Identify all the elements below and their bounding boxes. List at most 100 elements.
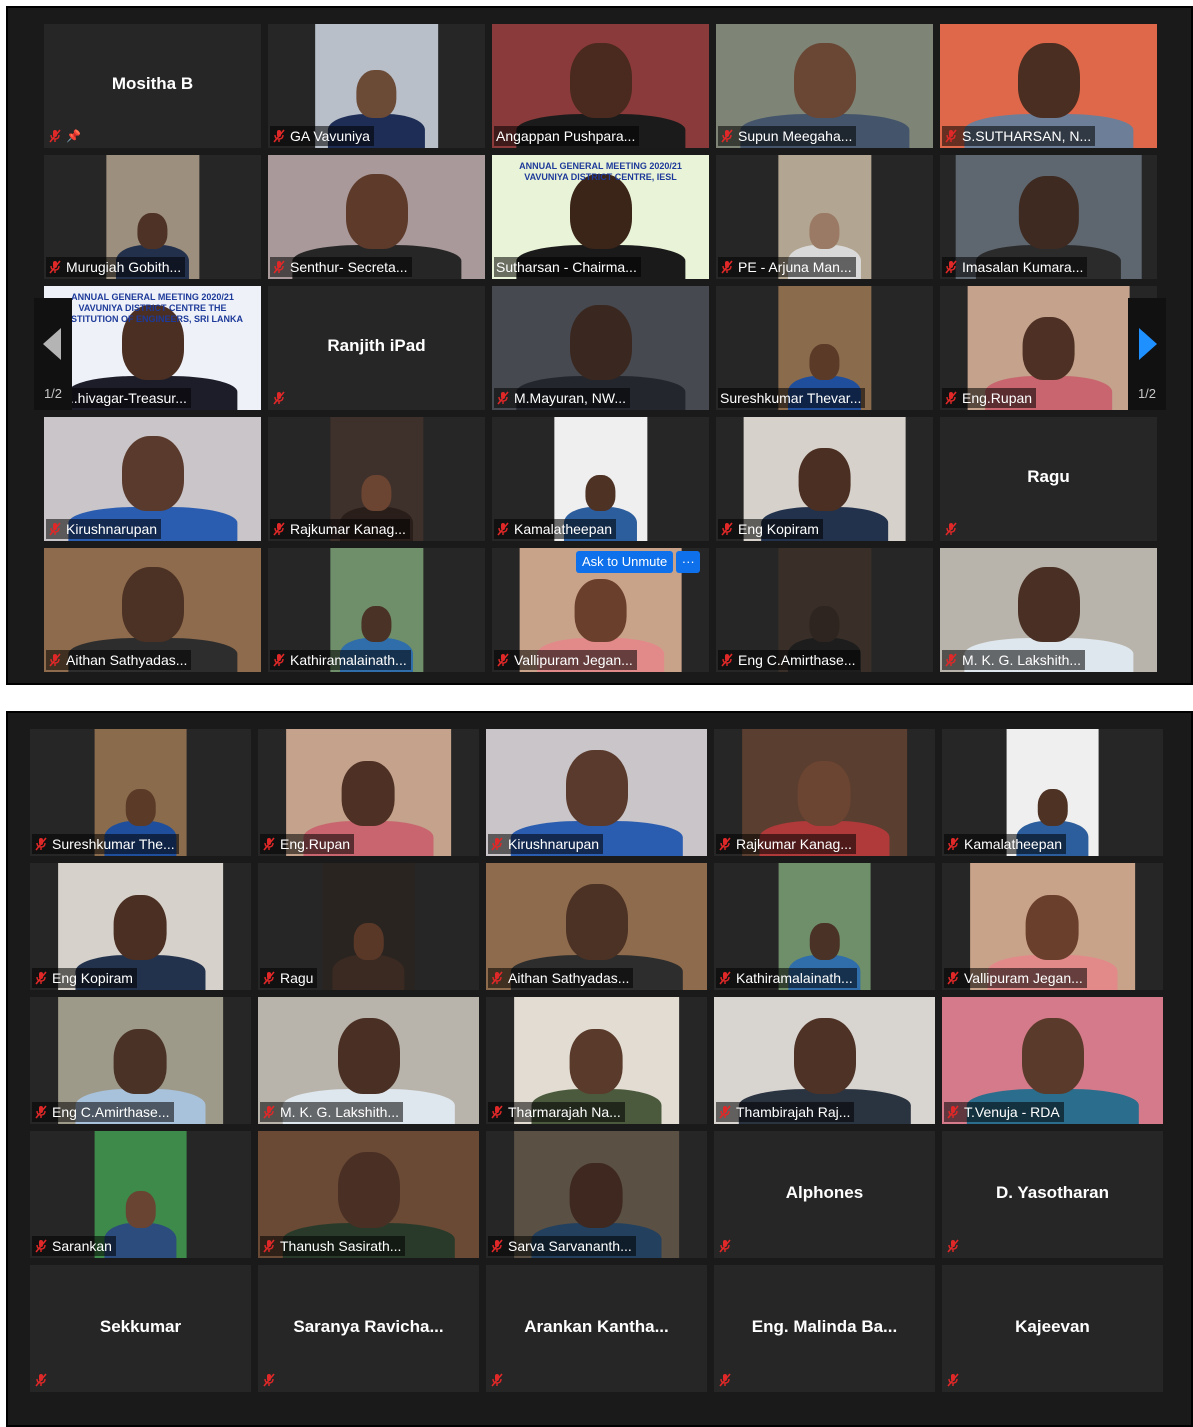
participant-tile[interactable]: M. K. G. Lakshith... xyxy=(258,997,479,1124)
participant-face xyxy=(337,1017,400,1094)
chevron-left-icon xyxy=(43,328,61,360)
participant-tile[interactable]: Senthur- Secreta... xyxy=(268,155,485,279)
participant-label: Sureshkumar The... xyxy=(32,834,179,854)
participant-tile[interactable]: Angappan Pushpara... xyxy=(492,24,709,148)
participant-name-label: Thambirajah Raj... xyxy=(736,1104,851,1120)
participant-name-centered: Eng. Malinda Ba... xyxy=(751,1316,898,1336)
muted-microphone-icon xyxy=(491,1373,503,1387)
participant-tile[interactable]: ANNUAL GENERAL MEETING 2020/21 VAVUNIYA … xyxy=(492,155,709,279)
participant-tile[interactable]: Kamalatheepan xyxy=(492,417,709,541)
participant-tile[interactable]: Sarva Sarvananth... xyxy=(486,1131,707,1258)
participant-tile[interactable]: Ranjith iPad xyxy=(268,286,485,410)
participant-label: Eng C.Amirthase... xyxy=(718,650,860,670)
participant-tile[interactable]: Saranya Ravicha... xyxy=(258,1265,479,1392)
participant-tile[interactable]: Kirushnarupan xyxy=(44,417,261,541)
more-options-button[interactable]: ··· xyxy=(676,551,701,573)
participant-tile[interactable]: Eng Kopiram xyxy=(30,863,251,990)
participant-tile[interactable]: Ragu xyxy=(258,863,479,990)
participant-label xyxy=(942,519,966,539)
participant-tile[interactable]: Eng. Malinda Ba... xyxy=(714,1265,935,1392)
muted-microphone-icon xyxy=(497,391,509,405)
participant-face xyxy=(569,42,632,119)
participant-tile[interactable]: Eng.Rupan xyxy=(940,286,1157,410)
muted-microphone-icon xyxy=(719,1373,731,1387)
participant-tile[interactable]: Kirushnarupan xyxy=(486,729,707,856)
participant-label: Kirushnarupan xyxy=(46,519,162,539)
muted-microphone-icon xyxy=(49,129,61,143)
participant-face xyxy=(798,447,851,512)
muted-microphone-icon xyxy=(497,653,509,667)
muted-microphone-icon xyxy=(719,971,731,985)
muted-microphone-icon xyxy=(947,971,959,985)
participant-tile[interactable]: Murugiah Gobith... xyxy=(44,155,261,279)
muted-microphone-icon xyxy=(273,129,285,143)
participant-label: S.SUTHARSAN, N... xyxy=(942,126,1096,146)
ask-to-unmute-button[interactable]: Ask to Unmute xyxy=(576,551,674,573)
participant-name-label: Ragu xyxy=(280,970,314,986)
participant-tile[interactable]: Sarankan xyxy=(30,1131,251,1258)
previous-page-button[interactable]: 1/2 xyxy=(34,298,72,410)
participant-face xyxy=(1037,789,1068,826)
participant-tile[interactable]: Alphones xyxy=(714,1131,935,1258)
participant-tile[interactable]: Sureshkumar The... xyxy=(30,729,251,856)
participant-face xyxy=(574,578,627,643)
participant-tile[interactable]: D. Yasotharan xyxy=(942,1131,1163,1258)
participant-tile[interactable]: Rajkumar Kanag... xyxy=(714,729,935,856)
participant-tile[interactable]: M.Mayuran, NW... xyxy=(492,286,709,410)
participant-tile[interactable]: Eng C.Amirthase... xyxy=(716,548,933,672)
muted-microphone-icon xyxy=(945,260,957,274)
participant-name-label: Tharmarajah Na... xyxy=(508,1104,621,1120)
participant-label: Kamalatheepan xyxy=(494,519,617,539)
participant-tile[interactable]: Sekkumar xyxy=(30,1265,251,1392)
participant-tile[interactable]: M. K. G. Lakshith... xyxy=(940,548,1157,672)
participant-tile[interactable]: Eng C.Amirthase... xyxy=(30,997,251,1124)
participant-tile[interactable]: Arankan Kantha... xyxy=(486,1265,707,1392)
participant-name-label: Supun Meegaha... xyxy=(738,128,853,144)
participant-label: Vallipuram Jegan... xyxy=(494,650,637,670)
participant-tile[interactable]: Tharmarajah Na... xyxy=(486,997,707,1124)
participant-name-label: GA Vavuniya xyxy=(290,128,370,144)
participant-tile[interactable]: Rajkumar Kanag... xyxy=(268,417,485,541)
participant-label: Angappan Pushpara... xyxy=(494,126,640,146)
participant-tile[interactable]: Kamalatheepan xyxy=(942,729,1163,856)
participant-tile[interactable]: Ragu xyxy=(940,417,1157,541)
participant-name-centered: Ranjith iPad xyxy=(327,336,426,355)
muted-microphone-icon xyxy=(719,1239,731,1253)
participant-tile[interactable]: Eng Kopiram xyxy=(716,417,933,541)
participant-tile[interactable]: Vallipuram Jegan... xyxy=(942,863,1163,990)
muted-microphone-icon xyxy=(35,1105,47,1119)
participant-tile[interactable]: Kathiramalainath... xyxy=(714,863,935,990)
participant-tile[interactable]: Thanush Sasirath... xyxy=(258,1131,479,1258)
participant-tile[interactable]: Imasalan Kumara... xyxy=(940,155,1157,279)
participant-tile[interactable]: T.Venuja - RDA xyxy=(942,997,1163,1124)
participant-name-label: Imasalan Kumara... xyxy=(962,259,1084,275)
participant-face xyxy=(125,789,156,826)
participant-tile[interactable]: Supun Meegaha... xyxy=(716,24,933,148)
participant-tile[interactable]: Eng.Rupan xyxy=(258,729,479,856)
participant-tile[interactable]: Kathiramalainath... xyxy=(268,548,485,672)
participant-tile[interactable]: Thambirajah Raj... xyxy=(714,997,935,1124)
participant-tile[interactable]: PE - Arjuna Man... xyxy=(716,155,933,279)
participant-tile[interactable]: Kajeevan xyxy=(942,1265,1163,1392)
muted-microphone-icon xyxy=(49,260,61,274)
participant-tile[interactable]: Aithan Sathyadas... xyxy=(486,863,707,990)
participant-tile[interactable]: Mositha B 📌 xyxy=(44,24,261,148)
participant-face xyxy=(809,605,840,643)
participant-tile[interactable]: Sureshkumar Thevar... xyxy=(716,286,933,410)
participant-name-centered: Arankan Kantha... xyxy=(524,1316,669,1336)
participant-name-label: Rajkumar Kanag... xyxy=(290,521,406,537)
participant-face xyxy=(809,923,840,960)
participant-name-label: M. K. G. Lakshith... xyxy=(280,1104,400,1120)
participant-tile[interactable]: GA Vavuniya xyxy=(268,24,485,148)
muted-microphone-icon xyxy=(263,1105,275,1119)
participant-tile[interactable]: Vallipuram Jegan... Ask to Unmute ··· xyxy=(492,548,709,672)
participant-tile[interactable]: ANNUAL GENERAL MEETING 2020/21 VAVUNIYA … xyxy=(44,286,261,410)
participant-name-label: Sarva Sarvananth... xyxy=(508,1238,632,1254)
next-page-button[interactable]: 1/2 xyxy=(1128,298,1166,410)
participant-tile[interactable]: S.SUTHARSAN, N... xyxy=(940,24,1157,148)
participant-tile[interactable]: Aithan Sathyadas... xyxy=(44,548,261,672)
muted-microphone-icon xyxy=(491,1239,503,1253)
muted-microphone-icon xyxy=(945,653,957,667)
participant-face xyxy=(569,1162,624,1228)
participant-name-label: Sureshkumar The... xyxy=(52,836,175,852)
